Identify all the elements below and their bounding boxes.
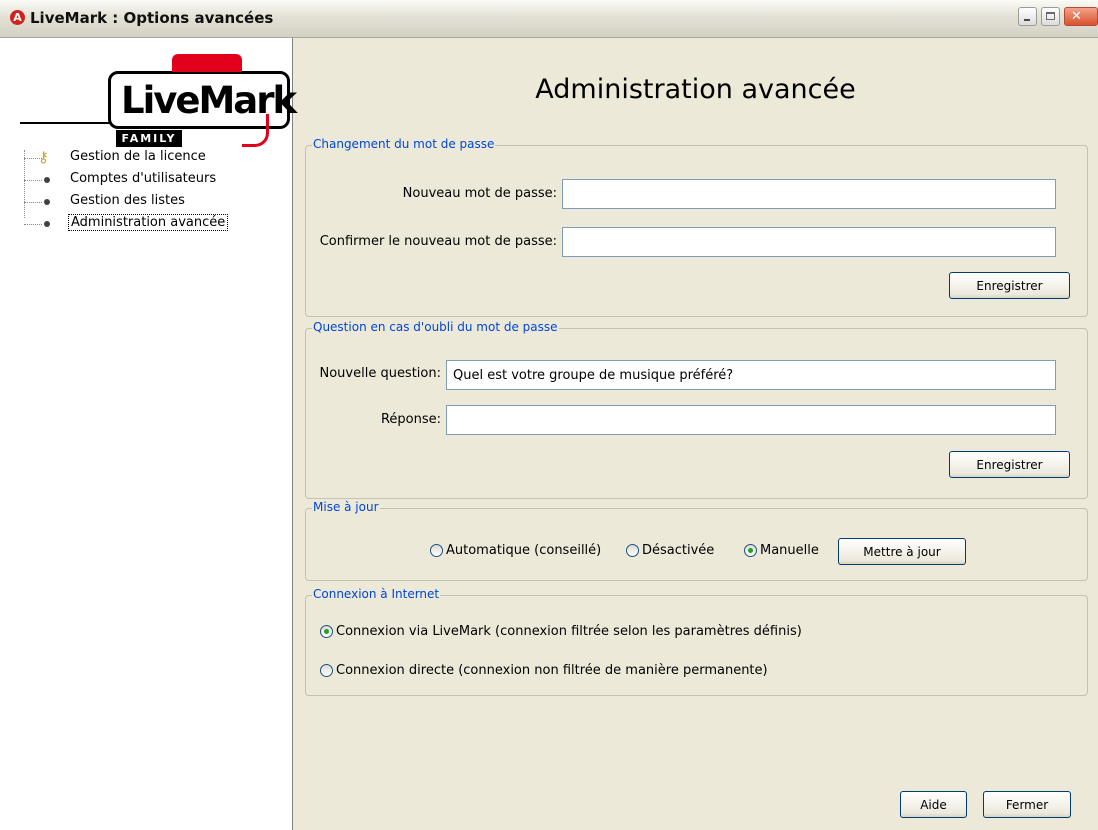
internet-connection-group: Connexion à Internet Connexion via LiveM… xyxy=(305,587,1088,696)
new-password-field[interactable] xyxy=(562,179,1056,209)
key-icon: ⚷ xyxy=(38,148,49,166)
tree-item-label: Gestion des listes xyxy=(70,193,185,208)
new-password-label: Nouveau mot de passe: xyxy=(402,186,557,201)
new-question-label: Nouvelle question: xyxy=(319,366,441,381)
minimize-button[interactable] xyxy=(1018,7,1037,26)
tree-item-label: Comptes d'utilisateurs xyxy=(70,171,217,186)
radio-icon[interactable] xyxy=(320,664,333,677)
security-question-group: Question en cas d'oubli du mot de passe … xyxy=(305,320,1088,499)
navigation-panel: LiveMark FAMILY ⚷ Gestion de la licence … xyxy=(0,38,297,830)
confirm-password-field[interactable] xyxy=(562,227,1056,257)
close-button[interactable]: Fermer xyxy=(983,791,1071,818)
title-bar[interactable]: A LiveMark : Options avancées xyxy=(0,0,1098,38)
radio-update-automatic[interactable]: Automatique (conseillé) xyxy=(430,543,601,558)
answer-label: Réponse: xyxy=(380,412,441,427)
logo-text: LiveMark xyxy=(121,79,297,122)
radio-label: Connexion via LiveMark (connexion filtré… xyxy=(336,624,802,639)
radio-update-manual[interactable]: Manuelle xyxy=(744,543,819,558)
logo-red-bar xyxy=(172,54,242,72)
password-change-group: Changement du mot de passe Nouveau mot d… xyxy=(305,137,1088,317)
tree-item-label: Administration avancée xyxy=(68,214,229,231)
group-legend: Mise à jour xyxy=(312,500,380,514)
group-legend: Connexion à Internet xyxy=(312,587,441,601)
bullet-icon xyxy=(44,199,50,205)
tree-branch xyxy=(24,224,42,225)
new-question-field[interactable] xyxy=(446,360,1056,390)
window-title: LiveMark : Options avancées xyxy=(30,9,274,27)
logo-subtitle: FAMILY xyxy=(116,130,182,147)
update-now-button[interactable]: Mettre à jour xyxy=(838,538,966,565)
radio-icon[interactable] xyxy=(744,544,757,557)
radio-connection-livemark[interactable]: Connexion via LiveMark (connexion filtré… xyxy=(320,624,802,639)
bullet-icon xyxy=(44,177,50,183)
radio-label: Automatique (conseillé) xyxy=(446,543,602,558)
help-button[interactable]: Aide xyxy=(900,791,967,818)
radio-label: Connexion directe (connexion non filtrée… xyxy=(336,663,768,678)
tree-item-label: Gestion de la licence xyxy=(70,149,206,164)
update-group: Mise à jour Automatique (conseillé) Désa… xyxy=(305,500,1088,581)
page-title: Administration avancée xyxy=(535,74,856,105)
radio-label: Manuelle xyxy=(760,543,819,558)
close-window-button[interactable] xyxy=(1064,7,1098,26)
save-question-button[interactable]: Enregistrer xyxy=(949,451,1070,478)
tree-branch xyxy=(24,180,42,181)
radio-icon[interactable] xyxy=(626,544,639,557)
tree-connector xyxy=(24,150,25,218)
radio-icon[interactable] xyxy=(320,625,333,638)
tree-branch xyxy=(24,202,42,203)
logo-swoosh xyxy=(242,114,269,147)
save-password-button[interactable]: Enregistrer xyxy=(949,272,1070,299)
answer-field[interactable] xyxy=(446,405,1056,435)
group-legend: Question en cas d'oubli du mot de passe xyxy=(312,320,559,334)
confirm-password-label: Confirmer le nouveau mot de passe: xyxy=(319,234,557,249)
app-icon: A xyxy=(10,10,25,25)
maximize-button[interactable] xyxy=(1041,7,1060,26)
bullet-icon xyxy=(44,221,50,227)
radio-connection-direct[interactable]: Connexion directe (connexion non filtrée… xyxy=(320,663,768,678)
radio-label: Désactivée xyxy=(642,543,715,558)
settings-content: Administration avancée Changement du mot… xyxy=(293,38,1098,830)
group-legend: Changement du mot de passe xyxy=(312,137,496,151)
radio-update-disabled[interactable]: Désactivée xyxy=(626,543,714,558)
radio-icon[interactable] xyxy=(430,544,443,557)
